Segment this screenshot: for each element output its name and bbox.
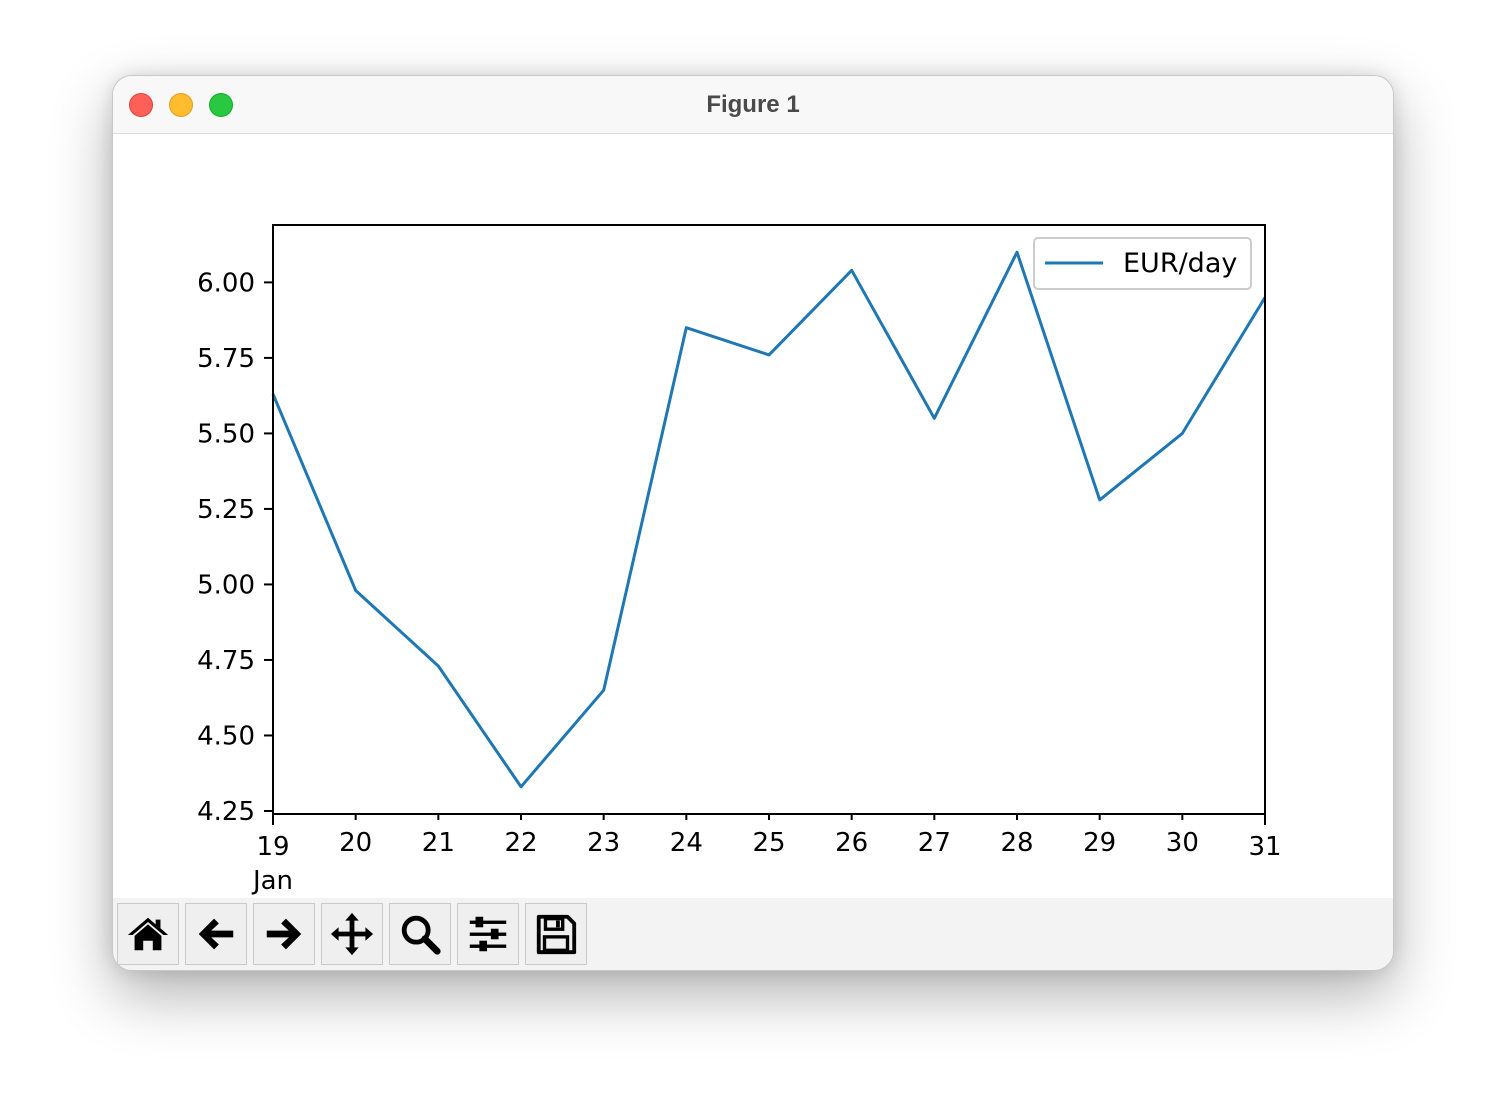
x-tick-label: 29 bbox=[1083, 828, 1116, 858]
line-chart: 4.25 4.50 4.75 5.00 5.25 5.50 5.75 6.00 19 20 21 2… bbox=[197, 224, 1282, 896]
title-bar[interactable]: Figure 1 bbox=[113, 76, 1393, 134]
zoom-magnifier-icon bbox=[401, 915, 441, 955]
home-icon bbox=[127, 917, 169, 951]
zoom-button[interactable] bbox=[389, 903, 451, 965]
x-tick-label: 27 bbox=[918, 828, 951, 858]
floppy-disk-icon bbox=[536, 914, 577, 955]
x-tick-label: 19 bbox=[256, 832, 289, 862]
sliders-icon bbox=[469, 916, 507, 952]
y-tick-label: 5.75 bbox=[197, 344, 255, 374]
x-month-label: Jan bbox=[251, 866, 293, 896]
y-tick-label: 5.50 bbox=[197, 419, 255, 449]
x-tick-label: 25 bbox=[752, 828, 785, 858]
pan-button[interactable] bbox=[321, 903, 383, 965]
x-tick-label: 22 bbox=[504, 828, 537, 858]
y-tick-label: 6.00 bbox=[197, 268, 255, 298]
x-axis: 19 20 21 22 23 24 25 26 27 28 29 30 31 Jan bbox=[251, 814, 1282, 896]
home-button[interactable] bbox=[117, 903, 179, 965]
x-tick-label: 31 bbox=[1248, 832, 1281, 862]
series-line-eur-day bbox=[271, 250, 1267, 789]
y-tick-label: 4.25 bbox=[197, 797, 255, 827]
plot-frame bbox=[272, 224, 1266, 815]
save-button[interactable] bbox=[525, 903, 587, 965]
back-arrow-icon bbox=[198, 918, 234, 950]
x-tick-label: 23 bbox=[587, 828, 620, 858]
window-title: Figure 1 bbox=[706, 91, 800, 118]
forward-arrow-icon bbox=[266, 918, 302, 950]
pan-move-icon bbox=[330, 912, 374, 956]
configure-subplots-button[interactable] bbox=[457, 903, 519, 965]
navigation-toolbar bbox=[113, 898, 1393, 970]
x-tick-label: 26 bbox=[835, 828, 868, 858]
forward-button[interactable] bbox=[253, 903, 315, 965]
legend-label: EUR/day bbox=[1123, 248, 1237, 279]
legend: EUR/day bbox=[1033, 237, 1252, 290]
y-tick-label: 5.25 bbox=[197, 495, 255, 525]
y-tick-label: 5.00 bbox=[197, 570, 255, 600]
x-tick-label: 21 bbox=[422, 828, 455, 858]
x-tick-label: 30 bbox=[1166, 828, 1199, 858]
x-tick-label: 24 bbox=[670, 828, 703, 858]
y-axis: 4.25 4.50 4.75 5.00 5.25 5.50 5.75 6.00 bbox=[197, 268, 273, 827]
figure-canvas[interactable]: 4.25 4.50 4.75 5.00 5.25 5.50 5.75 6.00 19 20 21 2… bbox=[113, 134, 1393, 898]
y-tick-label: 4.50 bbox=[197, 721, 255, 751]
x-tick-label: 28 bbox=[1000, 828, 1033, 858]
figure-window: Figure 1 4.25 4.50 4.75 5.00 5.25 5.50 5.75 6.0… bbox=[112, 75, 1394, 971]
x-tick-label: 20 bbox=[339, 828, 372, 858]
back-button[interactable] bbox=[185, 903, 247, 965]
y-tick-label: 4.75 bbox=[197, 646, 255, 676]
